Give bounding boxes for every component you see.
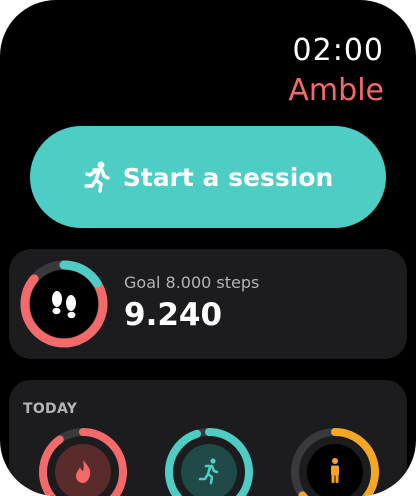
steps-progress-ring bbox=[20, 260, 108, 348]
running-person-icon bbox=[84, 161, 110, 193]
stand-ring[interactable] bbox=[289, 426, 381, 496]
watch-screen: 02:00 Amble Start a session Goal 8.000 s… bbox=[0, 0, 416, 496]
clock-time: 02:00 bbox=[292, 33, 384, 68]
today-heading: TODAY bbox=[23, 401, 78, 417]
today-card: TODAY bbox=[9, 380, 407, 496]
steps-goal-card[interactable]: Goal 8.000 steps 9.240 bbox=[9, 249, 407, 359]
app-title: Amble bbox=[288, 73, 384, 108]
steps-count: 9.240 bbox=[124, 297, 223, 333]
calories-ring[interactable] bbox=[37, 426, 129, 496]
activity-ring[interactable] bbox=[163, 426, 255, 496]
start-session-button[interactable]: Start a session bbox=[30, 126, 386, 228]
start-session-label: Start a session bbox=[122, 162, 334, 192]
steps-goal-label: Goal 8.000 steps bbox=[124, 273, 260, 292]
